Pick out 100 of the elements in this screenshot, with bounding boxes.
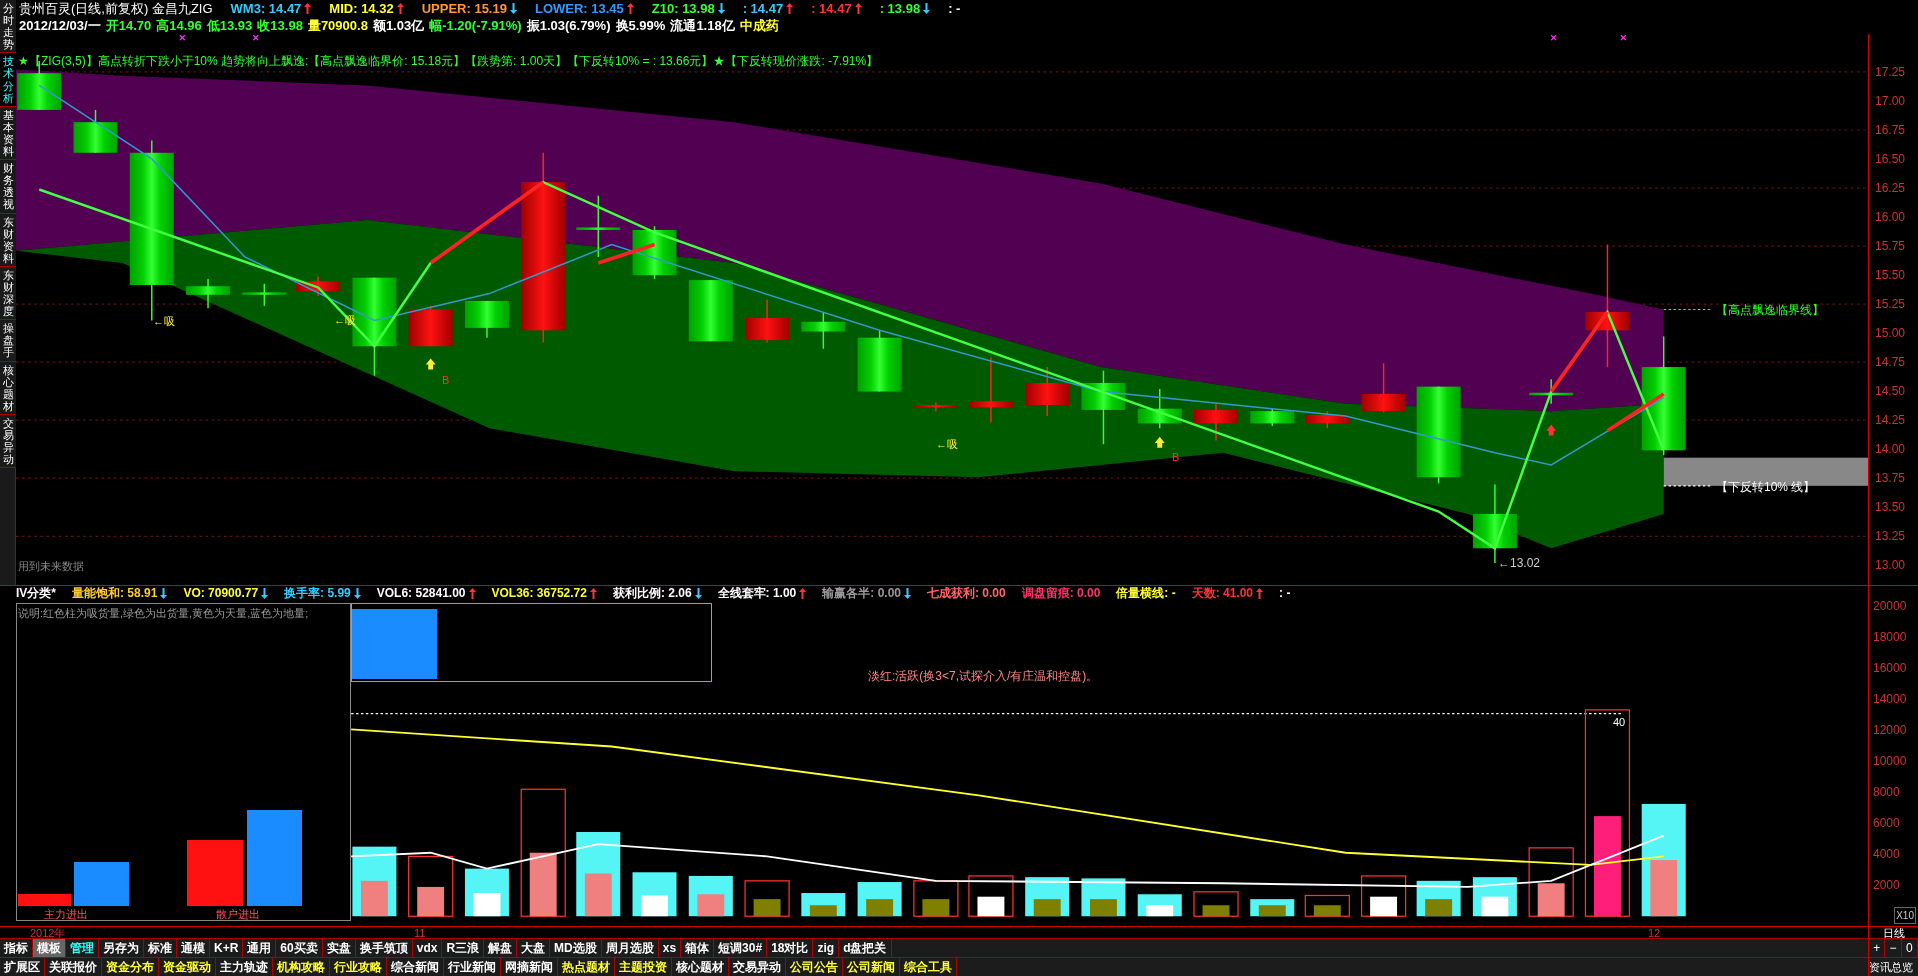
up-arrow-icon [1154,436,1165,448]
overview-tab[interactable]: 资讯总览 [1869,958,1913,976]
toolbar-tab[interactable]: 箱体 [681,939,715,957]
toolbar-tab[interactable]: 标准 [144,939,177,957]
indicator-value: LOWER: 13.45 [534,0,624,17]
axis-tick-label: 6000 [1872,815,1900,832]
toolbar-tab[interactable]: 模板 [33,939,66,957]
volume-bar [1250,899,1295,917]
indicator-value: : 14.47 [742,0,784,17]
date-label: 11 [414,927,426,939]
axis-tick-label: 13.00 [1874,557,1906,574]
toolbar-tab[interactable]: 解盘 [484,939,518,957]
info-tab[interactable]: 机构攻略 [273,958,330,976]
side-tab[interactable]: 技术分析 [0,53,16,107]
axis-tick-label: 14.75 [1874,354,1906,371]
indicator-value: : 14.47 [811,0,852,17]
axis-tick-label: 13.25 [1874,528,1906,545]
absorb-label: ←吸 [936,437,958,452]
info-tab[interactable]: 主力轨迹 [216,958,273,976]
info-tab[interactable]: 行业攻略 [330,958,387,976]
quote-field: 高14.96 [156,17,202,34]
candlestick [1361,362,1406,414]
side-tab[interactable]: 东财资料 [0,213,16,267]
indicator-value: 输赢各半: 0.00 [822,586,901,600]
cross-marker-icon [1620,34,1627,41]
axis-tick-label: 14.50 [1874,383,1906,400]
leader-line [1663,485,1714,487]
info-tab[interactable]: 行业新闻 [444,958,501,976]
indicator-value: 全线套牢: 1.00 [717,586,797,600]
indicator-value: 换手率: 5.99 [284,586,351,600]
info-tab[interactable]: 扩展区 [0,958,45,976]
candlestick [296,275,341,297]
side-tab[interactable]: 交易异动 [0,414,16,469]
indicator-value: WM3: 14.47 [230,0,302,17]
flow-bar [187,840,243,906]
volume-bar [1304,894,1350,917]
indicator-value: 获利比例: 2.06 [612,586,692,600]
chart-note: 用到未来数据 [18,559,84,574]
volume-bar [913,880,959,917]
indicator-value: IV分类* [16,586,56,600]
line-label: 【高点飘逸临界线】 [1716,302,1824,319]
volume-bar [1360,875,1407,917]
side-tab[interactable]: 财务透视 [0,160,16,214]
volume-bar [801,893,846,917]
absorb-label: ←吸 [334,313,356,328]
volume-bar [464,868,509,917]
up-arrow-icon [425,358,436,370]
info-tab[interactable]: 热点题材 [558,958,615,976]
info-tab[interactable]: 资金分布 [102,958,159,976]
toolbar-tab[interactable]: 短调30# [714,939,768,957]
axis-tick-label: 15.75 [1874,238,1906,255]
candlestick [913,401,958,412]
signal-summary: ★【ZIG(3,5)】高点转折下跌小于10% 趋势将向上飘逸:【高点飘逸临界价: 15.18元】【跌势第: 1.00天】【下反转10% = : 13.66元】★【下反转现价涨跌: -7.91%】 [18,53,879,70]
side-tab[interactable]: 操盘手 [0,320,16,362]
candlestick [857,329,902,393]
status-text: 淡红:活跃(换3<7,试探介入/有庄温和控盘)。 [868,668,1099,685]
info-tab[interactable]: 综合工具 [900,958,957,976]
axis-tick-label: 17.00 [1874,93,1906,110]
toolbar-tab[interactable]: 指标 [0,939,33,957]
axis-tick-label: 8000 [1872,784,1900,801]
date-label: 2012年 [30,927,66,939]
info-tab[interactable]: 主题投资 [615,958,672,976]
quote-field: 幅-1.20(-7.91%) [429,17,522,34]
info-tab[interactable]: 资金驱动 [159,958,216,976]
axis-tick-label: 13.50 [1874,499,1906,516]
info-tab[interactable]: 综合新闻 [387,958,444,976]
side-tab[interactable]: 东财深度 [0,266,16,321]
side-tab[interactable]: 基本资料 [0,106,16,161]
absorb-label: ←吸 [153,314,175,329]
axis-tick-label: 14.00 [1874,441,1906,458]
info-tab[interactable]: 核心题材 [672,958,729,976]
side-tab[interactable]: 分时走势 [0,0,16,54]
info-tab[interactable]: 公司新闻 [843,958,900,976]
axis-tick-label: 14.25 [1874,412,1906,429]
info-tab[interactable]: 公司公告 [786,958,843,976]
volume-bar [1193,891,1239,917]
candlestick [1250,407,1295,427]
date-label: 12 [1648,927,1661,939]
legend-text: 说明:红色柱为吸货量,绿色为出货量,黄色为天量,蓝色为地量; [18,606,309,621]
buy-signal-label: B [442,373,450,388]
candlestick [576,194,621,258]
bar-value-label: 40 [1613,715,1626,730]
info-tab[interactable]: 网摘新闻 [501,958,558,976]
period-label: 日线 [1882,927,1905,939]
volume-bar [1528,847,1574,917]
candlestick [1194,403,1239,442]
indicator-value: UPPER: 15.19 [421,0,507,17]
volume-bar [1472,877,1517,917]
info-tab[interactable]: 关联报价 [45,958,102,976]
legend-label: 主力进出 [44,907,88,922]
info-tab[interactable]: 交易异动 [729,958,786,976]
candlestick [801,311,846,350]
candlestick [1305,410,1350,429]
axis-tick-label: 17.25 [1874,64,1906,81]
volume-bar [1081,878,1126,917]
up-arrow-icon [1546,424,1557,436]
indicator-value: MID: 14.32 [329,0,394,17]
axis-tick-label: 16000 [1872,660,1907,677]
side-tab[interactable]: 核心题材 [0,361,16,415]
axis-tick-label: 15.25 [1874,296,1906,313]
